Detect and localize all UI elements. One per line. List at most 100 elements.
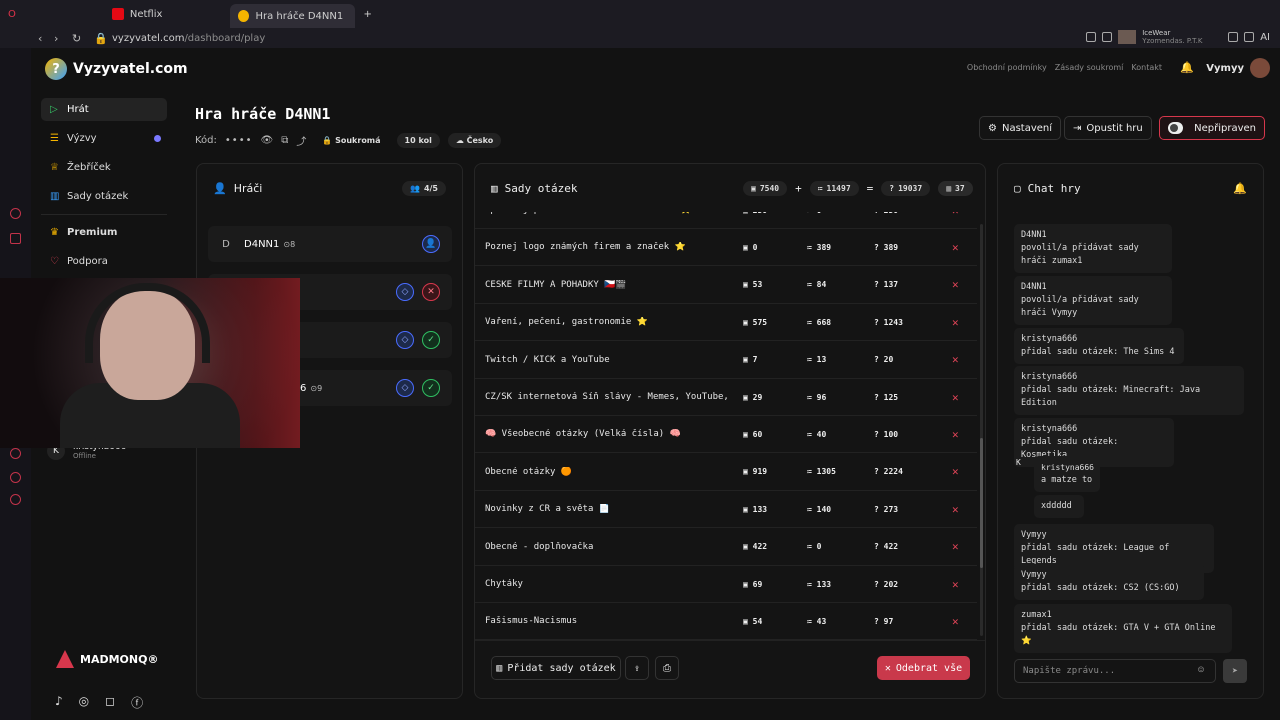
shield-icon[interactable]: ◇ xyxy=(396,283,414,301)
remove-set-icon[interactable]: ✕ xyxy=(952,578,959,591)
remove-set-icon[interactable]: ✕ xyxy=(952,212,959,217)
add-sets-button[interactable]: ▥ Přidat sady otázek xyxy=(491,656,621,680)
tab-netflix[interactable]: Netflix xyxy=(104,3,171,25)
send-button[interactable]: ➤ xyxy=(1223,659,1247,683)
back-icon[interactable]: ‹ xyxy=(38,32,42,45)
contact-link[interactable]: Kontakt xyxy=(1131,63,1162,72)
toggle-switch[interactable] xyxy=(1168,122,1184,134)
remove-set-icon[interactable]: ✕ xyxy=(952,316,959,329)
reload-icon[interactable]: ↻ xyxy=(72,32,81,45)
question-set-row[interactable]: Twitch / KICK a YouTube ▣ 7 ≔ 13 ? 20 ✕ xyxy=(475,342,977,379)
nav-item-leaderboard[interactable]: ♕ Žebříček xyxy=(41,156,167,179)
question-set-row[interactable]: Obecné otázky 🟠 ▣ 919 ≔ 1305 ? 2224 ✕ xyxy=(475,454,977,491)
settings-button[interactable]: ⚙ Nastavení xyxy=(979,116,1062,140)
nav-item-play[interactable]: ▷ Hrát xyxy=(41,98,167,121)
text-count: ≔ 1305 xyxy=(807,467,836,477)
sidebar-app-icon[interactable] xyxy=(10,233,21,244)
question-set-row[interactable]: Novinky z ČR a světa 📄 ▣ 133 ≔ 140 ? 273 ✕ xyxy=(475,491,977,529)
upload-button[interactable]: ⇪ xyxy=(625,656,649,680)
remove-set-icon[interactable]: ✕ xyxy=(952,391,959,404)
extension-icon[interactable] xyxy=(1086,32,1097,42)
ready-toggle[interactable]: Nepřipraven xyxy=(1159,116,1265,140)
nav-item-support[interactable]: ♡ Podpora xyxy=(41,250,167,273)
remove-set-icon[interactable]: ✕ xyxy=(952,428,959,441)
set-name[interactable]: Chytáky xyxy=(485,579,523,589)
site-logo[interactable]: ? Vyzyvatel.com xyxy=(45,58,188,80)
set-name[interactable]: ČESKÉ FILMY A POHÁDKY 🇨🇿🎬 xyxy=(485,280,627,290)
set-name[interactable]: Poznej logo známých firem a značek ⭐ xyxy=(485,242,686,252)
set-name[interactable]: Fašismus-Nacismus xyxy=(485,616,577,626)
remove-set-icon[interactable]: ✕ xyxy=(952,353,959,366)
tiktok-icon[interactable]: ♪ xyxy=(55,694,63,711)
nav-item-premium[interactable]: ♛ Premium xyxy=(41,221,167,244)
set-name[interactable]: Obecné - doplňovačka xyxy=(485,542,593,552)
sponsor-logo[interactable]: MADMONQ® xyxy=(56,650,158,668)
bell-icon[interactable]: 🔔 xyxy=(1233,182,1247,195)
nav-divider xyxy=(41,214,167,215)
bell-icon[interactable]: 🔔 xyxy=(1180,61,1194,74)
remove-set-icon[interactable]: ✕ xyxy=(952,540,959,553)
eye-icon[interactable]: 👁 xyxy=(261,135,274,146)
question-set-row[interactable]: CZ/SK internetová Síň slávy - Memes, You… xyxy=(475,379,977,416)
settings-icon[interactable] xyxy=(10,494,21,505)
player-row[interactable]: D D4NN1 ⊙8 👤 xyxy=(208,226,452,262)
sidebar-app-icon[interactable] xyxy=(10,472,21,483)
set-name[interactable]: 🧠 Všeobecné otázky (Velká čísla) 🧠 xyxy=(485,429,681,439)
remove-set-icon[interactable]: ✕ xyxy=(952,615,959,628)
copy-icon[interactable]: ⧉ xyxy=(281,135,288,146)
scrollbar[interactable] xyxy=(980,224,983,636)
extension-icon[interactable] xyxy=(1228,32,1239,42)
nav-item-question-sets[interactable]: ▥ Sady otázek xyxy=(41,185,167,208)
total-count: ? 273 xyxy=(874,504,899,514)
tab-game[interactable]: Hra hráče D4NN1 | Vyzyvat xyxy=(230,4,356,28)
save-button[interactable]: ⎙ xyxy=(655,656,679,680)
extension-icon[interactable] xyxy=(1244,32,1255,42)
discord-icon[interactable]: ◎ xyxy=(79,694,89,711)
remove-set-icon[interactable]: ✕ xyxy=(952,241,959,254)
set-name[interactable]: Vaření, pečení, gastronomie ⭐ xyxy=(485,317,648,327)
opera-menu[interactable]: O xyxy=(0,3,24,25)
main-nav: ▷ Hrát ☰ Výzvy ♕ Žebříček ▥ Sady otázek … xyxy=(41,98,167,279)
instagram-icon[interactable]: ◻ xyxy=(105,694,115,711)
facebook-icon[interactable]: ⓕ xyxy=(131,694,143,711)
profile-avatar[interactable] xyxy=(1118,30,1137,44)
set-name[interactable]: Novinky z ČR a světa 📄 xyxy=(485,504,610,514)
text-count: ≔ 389 xyxy=(807,242,832,252)
question-set-row[interactable]: Vaření, pečení, gastronomie ⭐ ▣ 575 ≔ 668?… xyxy=(475,304,977,342)
set-name[interactable]: Spočítej peníze na obrázku - Medium ⭐ xyxy=(485,212,691,215)
leave-game-button[interactable]: ⇥ Opustit hru xyxy=(1064,116,1152,140)
set-name[interactable]: Twitch / KICK a YouTube xyxy=(485,355,610,365)
remove-set-icon[interactable]: ✕ xyxy=(952,465,959,478)
extension-icon[interactable] xyxy=(1102,32,1113,42)
new-tab-button[interactable]: + xyxy=(355,3,379,25)
question-set-row[interactable]: Poznej logo známých firem a značek ⭐ ▣ 0 ≔… xyxy=(475,229,977,267)
profile-card[interactable]: IceWear Yzomendas. P.T.K xyxy=(1142,29,1222,45)
users-icon: 👤 xyxy=(213,181,227,195)
emoji-icon[interactable]: ☺ xyxy=(1198,665,1204,676)
privacy-link[interactable]: Zásady soukromí xyxy=(1055,63,1124,72)
user-menu[interactable]: Vymyy xyxy=(1206,58,1270,78)
nav-item-challenges[interactable]: ☰ Výzvy xyxy=(41,127,167,150)
remove-all-button[interactable]: ✕ Odebrat vše xyxy=(877,656,970,680)
shield-icon[interactable]: ◇ xyxy=(396,379,414,397)
set-name[interactable]: Obecné otázky 🟠 xyxy=(485,467,572,477)
remove-set-icon[interactable]: ✕ xyxy=(952,278,959,291)
question-set-row[interactable]: Spočítej peníze na obrázku - Medium ⭐ ▣ 2… xyxy=(475,212,977,229)
terms-link[interactable]: Obchodní podmínky xyxy=(967,63,1047,72)
question-set-row[interactable]: 🧠 Všeobecné otázky (Velká čísla) 🧠 ▣ 60 ≔ … xyxy=(475,416,977,454)
ai-icon[interactable]: AI xyxy=(1260,32,1270,43)
scroll-thumb[interactable] xyxy=(980,438,983,568)
question-set-row[interactable]: Fašismus-Nacismus ▣ 54 ≔ 43 ? 97 ✕ xyxy=(475,603,977,640)
forward-icon[interactable]: › xyxy=(54,32,58,45)
url-text[interactable]: vyzyvatel.com/dashboard/play xyxy=(112,33,265,44)
remove-set-icon[interactable]: ✕ xyxy=(952,503,959,516)
sidebar-app-icon[interactable] xyxy=(10,208,21,219)
question-set-row[interactable]: Obecné - doplňovačka ▣ 422 ≔ 0 ? 422 ✕ xyxy=(475,529,977,566)
set-name[interactable]: CZ/SK internetová Síň slávy - Memes, You… xyxy=(485,392,730,402)
sidebar-app-icon[interactable] xyxy=(10,448,21,459)
share-icon[interactable]: ⤴ xyxy=(296,133,306,148)
question-set-row[interactable]: ČESKÉ FILMY A POHÁDKY 🇨🇿🎬 ▣ 53 ≔ 84 ? 137 ✕ xyxy=(475,267,977,304)
question-set-row[interactable]: Chytáky ▣ 69 ≔ 133 ? 202 ✕ xyxy=(475,566,977,603)
shield-icon[interactable]: ◇ xyxy=(396,331,414,349)
chat-input[interactable]: Napište zprávu... xyxy=(1014,659,1216,683)
